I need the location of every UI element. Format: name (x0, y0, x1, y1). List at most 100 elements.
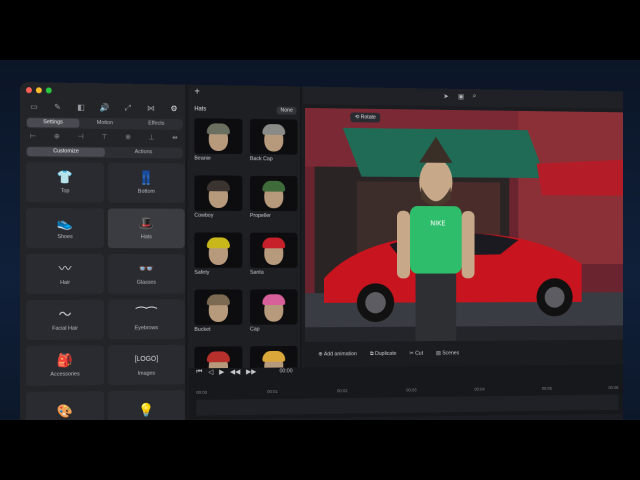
align-right-icon[interactable]: ⊣ (76, 133, 86, 141)
add-icon[interactable]: + (194, 87, 200, 98)
brush-icon[interactable]: ✎ (52, 102, 64, 112)
glasses-icon: 👓 (138, 261, 155, 276)
timeline-track[interactable] (196, 394, 619, 416)
layers-icon[interactable]: ◧ (75, 103, 87, 113)
rotate-label: Rotate (360, 114, 376, 121)
category-label: Hats (140, 234, 152, 241)
transform-icon[interactable]: ⤢ (122, 103, 134, 113)
category-label: Accessories (50, 371, 80, 378)
play-icon[interactable]: ▶ (219, 368, 224, 376)
timeline-panel: ⏮ ◁ ▶ ◀◀ ▶▶ 00:00 00:00 00:01 00:02 00:03 00… (188, 364, 623, 420)
distribute-icon[interactable]: ⇹ (170, 134, 180, 142)
tab-motion[interactable]: Motion (79, 119, 131, 129)
hat-shape (262, 123, 286, 136)
cut-button[interactable]: ✂ Cut (409, 351, 423, 357)
duplicate-button[interactable]: ⧉ Duplicate (370, 350, 396, 357)
add-animation-button[interactable]: ⊕ Add animation (318, 351, 357, 357)
align-center-h-icon[interactable]: ⊕ (52, 132, 62, 140)
hat-option-bucket[interactable]: Bucket (194, 289, 243, 336)
hat-options-grid: Beanie Back Cap Cowboy Propeller Safety Santa… (194, 118, 298, 394)
rotate-button[interactable]: ⟲ Rotate (350, 112, 381, 123)
scene-preview-canvas[interactable]: NIKE ⟲ Rotate (305, 107, 623, 342)
category-label: Shoes (57, 234, 73, 241)
window-controls (25, 87, 52, 94)
hat-thumbnail (194, 175, 243, 212)
hat-option-santa[interactable]: Santa (249, 232, 298, 280)
align-middle-icon[interactable]: ⊗ (123, 133, 133, 141)
category-label: Bottom (137, 188, 155, 195)
hat-thumbnail (194, 232, 243, 268)
ruler-tick: 00:04 (474, 386, 485, 392)
hat-name: Beanie (194, 155, 211, 162)
subtab-actions[interactable]: Actions (105, 148, 182, 158)
hat-shape (262, 294, 286, 306)
category-tile-accessories[interactable]: 🎒 Accessories (25, 345, 104, 386)
close-window-button[interactable] (25, 87, 32, 94)
action-bar: ⊕ Add animation ⧉ Duplicate ✂ Cut ▤ Scen… (303, 345, 623, 361)
hat-option-propeller[interactable]: Propeller (249, 175, 298, 223)
mustache-icon: 〜 (58, 306, 72, 322)
timeline-ruler: 00:00 00:01 00:02 00:03 00:04 00:05 00:06 (196, 385, 618, 395)
forward-icon[interactable]: ▶▶ (246, 368, 256, 376)
pointer-icon[interactable]: ➤ (443, 93, 448, 100)
prev-frame-icon[interactable]: ◁ (208, 368, 213, 376)
hat-option-cap[interactable]: Cap (249, 289, 298, 336)
hat-name: Santa (249, 269, 264, 276)
subtab-customize[interactable]: Customize (26, 147, 105, 157)
category-tile-glasses[interactable]: 👓 Glasses (107, 254, 185, 294)
category-label: Glasses (136, 279, 157, 286)
category-tile-top[interactable]: 👕 Top (25, 162, 104, 203)
align-top-icon[interactable]: ⊤ (99, 133, 109, 141)
ruler-tick: 00:03 (406, 387, 417, 393)
playback-controls: ⏮ ◁ ▶ ◀◀ ▶▶ (196, 368, 256, 376)
cut-label: Cut (415, 350, 424, 357)
category-tile-images[interactable]: [LOGO] Images (107, 344, 185, 386)
hair-icon: 〰 (58, 261, 72, 276)
maximize-window-button[interactable] (45, 87, 52, 94)
category-tile-bottom[interactable]: 👖 Bottom (107, 162, 185, 203)
hat-option-beanie[interactable]: Beanie (194, 118, 243, 166)
hat-shape (206, 180, 230, 192)
align-toolbar: ⊢ ⊕ ⊣ ⊤ ⊗ ⊥ ⇹ (28, 132, 180, 142)
none-hat-button[interactable]: None (276, 106, 297, 115)
hat-name: Propeller (249, 213, 271, 219)
search-icon[interactable]: ⌕ (473, 93, 477, 101)
hat-icon: 🎩 (138, 215, 155, 231)
category-label: Facial Hair (52, 325, 79, 332)
category-tile-hats[interactable]: 🎩 Hats (107, 208, 185, 249)
skip-start-icon[interactable]: ⏮ (196, 368, 202, 376)
ruler-tick: 00:05 (541, 385, 552, 391)
minimize-window-button[interactable] (35, 87, 42, 94)
scenes-button[interactable]: ▤ Scenes (436, 350, 459, 356)
svg-text:NIKE: NIKE (430, 220, 445, 228)
lock-icon[interactable]: ▣ (458, 93, 464, 101)
category-tile-shoes[interactable]: 👟 Shoes (25, 208, 104, 249)
align-bottom-icon[interactable]: ⊥ (147, 133, 157, 141)
category-label: Images (137, 370, 156, 377)
rewind-icon[interactable]: ◀◀ (230, 368, 240, 376)
folder-icon[interactable]: ▭ (28, 102, 40, 112)
hat-option-back-cap[interactable]: Back Cap (249, 118, 298, 166)
tshirt-icon: 👕 (57, 169, 74, 185)
tab-settings[interactable]: Settings (26, 118, 80, 128)
category-tile-eyebrows[interactable]: ⁀⁀ Eyebrows (107, 299, 185, 340)
hat-shape (262, 350, 286, 362)
hat-option-safety[interactable]: Safety (194, 232, 243, 279)
category-tile-hair[interactable]: 〰 Hair (25, 254, 104, 294)
left-sidebar: ▭ ✎ ◧ 🔊 ⤢ ⋈ ⚙ Settings Motion Effects ⊢ ⊕ ⊣ ⊤ ⊗ … (20, 82, 187, 432)
eyebrows-icon: ⁀⁀ (136, 306, 157, 322)
category-tile-facial-hair[interactable]: 〜 Facial Hair (25, 299, 104, 340)
hat-shape (262, 237, 286, 249)
palette-icon: 🎨 (57, 403, 74, 419)
effects-icon[interactable]: ⋈ (145, 104, 157, 114)
hat-thumbnail (194, 118, 243, 155)
tab-effects[interactable]: Effects (131, 119, 182, 129)
align-left-icon[interactable]: ⊢ (28, 132, 38, 140)
app-window: ▭ ✎ ◧ 🔊 ⤢ ⋈ ⚙ Settings Motion Effects ⊢ ⊕ ⊣ ⊤ ⊗ … (20, 82, 623, 442)
settings-icon[interactable]: ⚙ (168, 104, 180, 114)
sound-icon[interactable]: 🔊 (99, 103, 111, 113)
hat-thumbnail (194, 289, 243, 326)
hat-name: Bucket (194, 326, 211, 333)
hat-option-cowboy[interactable]: Cowboy (194, 175, 243, 222)
hat-shape (206, 351, 230, 363)
